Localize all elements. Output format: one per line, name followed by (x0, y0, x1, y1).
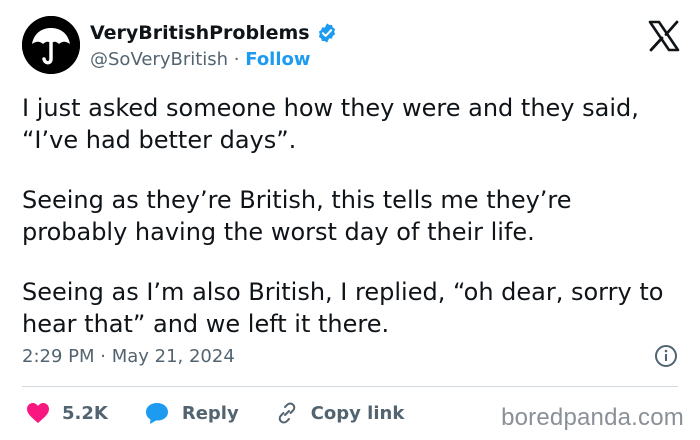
heart-icon (27, 403, 49, 423)
tweet-timestamp[interactable]: 2:29 PM · May 21, 2024 (22, 346, 235, 367)
handle[interactable]: @SoVeryBritish (90, 49, 228, 70)
tweet-meta: 2:29 PM · May 21, 2024 (22, 344, 678, 368)
like-count: 5.2K (62, 402, 108, 424)
tweet-paragraph: Seeing as I’m also British, I replied, “… (22, 278, 664, 338)
profile-avatar[interactable] (22, 16, 80, 74)
tweet-body: I just asked someone how they were and t… (22, 92, 672, 368)
display-name[interactable]: VeryBritishProblems (90, 22, 310, 44)
copy-link-button[interactable]: Copy link (275, 401, 405, 425)
reply-label: Reply (181, 402, 239, 424)
action-bar: 5.2K Reply Copy link (26, 399, 440, 427)
link-icon (278, 402, 295, 424)
copy-link-label: Copy link (310, 402, 405, 424)
like-button[interactable]: 5.2K (26, 402, 108, 424)
watermark: boredpanda.com (501, 404, 684, 431)
verified-badge-icon (318, 23, 335, 43)
follow-button[interactable]: Follow (245, 49, 310, 70)
x-logo-icon[interactable] (646, 18, 682, 54)
tweet-paragraph: Seeing as they’re British, this tells me… (22, 186, 572, 246)
reply-button[interactable]: Reply (144, 401, 239, 425)
info-icon[interactable] (654, 344, 678, 368)
divider (22, 386, 678, 387)
handle-separator: · (228, 49, 246, 70)
reply-bubble-icon (145, 403, 168, 424)
umbrella-avatar-icon (22, 16, 80, 74)
tweet-header: VeryBritishProblems @SoVeryBritish · Fol… (22, 16, 682, 76)
tweet-paragraph: I just asked someone how they were and t… (22, 94, 639, 154)
